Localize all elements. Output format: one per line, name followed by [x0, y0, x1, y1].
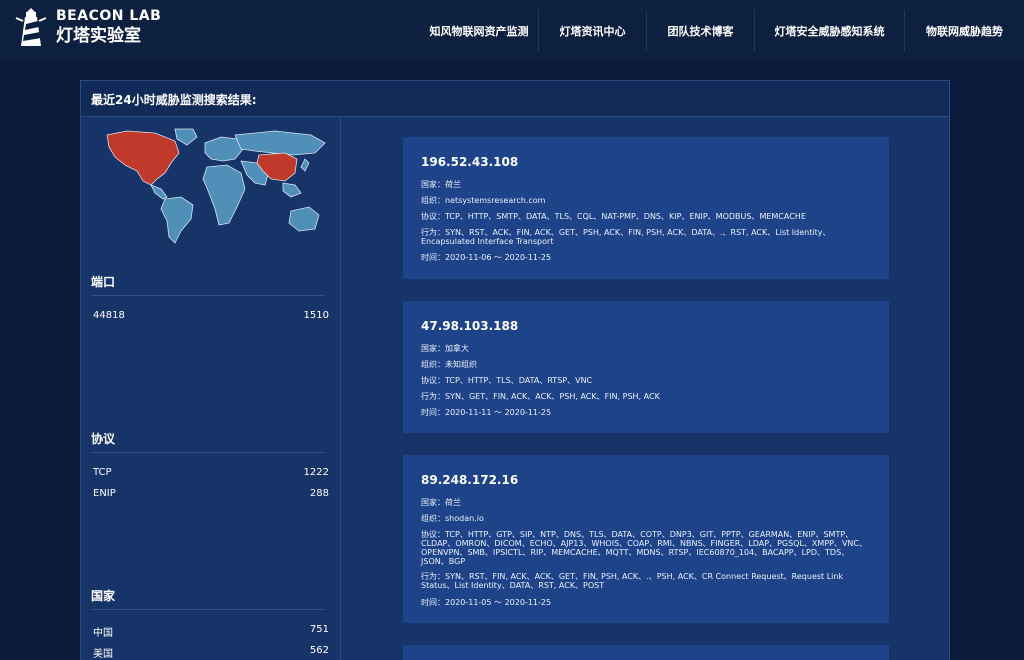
port-row[interactable]: 44818 1510	[93, 310, 329, 321]
result-org: 组织：shodan.io	[421, 514, 484, 523]
protocol-stats-title: 协议	[91, 432, 116, 446]
result-country: 国家：加拿大	[421, 344, 469, 353]
divider	[91, 609, 325, 610]
result-ip[interactable]: 196.52.43.108	[421, 155, 518, 169]
nav-item-news-center[interactable]: 灯塔资讯中心	[538, 10, 646, 52]
brand-logo[interactable]: BEACON LAB 灯塔实验室	[14, 6, 161, 48]
country-name: 中国	[93, 628, 113, 639]
result-card[interactable]	[403, 645, 889, 660]
lighthouse-logo-icon	[15, 8, 47, 46]
result-country: 国家：荷兰	[421, 180, 461, 189]
result-protocols: 协议：TCP、HTTP、TLS、DATA、RTSP、VNC	[421, 376, 593, 385]
result-time: 时间：2020-11-06 ～ 2020-11-25	[421, 253, 552, 262]
result-time: 时间：2020-11-05 ～ 2020-11-25	[421, 598, 552, 607]
divider	[91, 452, 325, 453]
result-time: 时间：2020-11-11 ～ 2020-11-25	[421, 408, 552, 417]
result-ip[interactable]: 89.248.172.16	[421, 473, 518, 487]
country-stats-title: 国家	[91, 589, 116, 603]
nav-item-tech-blog[interactable]: 团队技术博客	[646, 10, 754, 52]
world-threat-map[interactable]	[105, 127, 327, 245]
port-count: 1510	[303, 310, 329, 321]
result-behaviors: 行为：SYN、RST、FIN, ACK、ACK、GET、FIN, PSH, AC…	[421, 572, 844, 590]
brand-name-en: BEACON LAB	[56, 7, 162, 24]
country-row[interactable]: 中国 751	[93, 624, 329, 639]
result-behaviors: 行为：SYN、RST、ACK、FIN, ACK、GET、PSH, ACK、FIN…	[421, 228, 831, 246]
result-ip[interactable]: 47.98.103.188	[421, 319, 518, 333]
result-behaviors: 行为：SYN、GET、FIN, ACK、ACK、PSH, ACK、FIN, PS…	[421, 392, 660, 401]
protocol-count: 288	[309, 488, 329, 499]
stats-sidebar: 端口 44818 1510 协议 TCP 1222 ENIP 288 国家 中国…	[81, 117, 341, 660]
country-row[interactable]: 美国 562	[93, 645, 329, 660]
result-protocols: 协议：TCP、HTTP、GTP、SIP、NTP、DNS、TLS、DATA、COT…	[421, 530, 868, 566]
search-results-panel: 最近24小时威胁监测搜索结果: 端口 44818 1510 协议 TCP 122…	[80, 80, 950, 660]
result-card[interactable]: 47.98.103.188 国家：加拿大 组织：未知组织 协议：TCP、HTTP…	[403, 301, 889, 433]
country-count: 562	[309, 645, 329, 656]
protocol-count: 1222	[303, 467, 329, 478]
divider	[91, 295, 325, 296]
result-country: 国家：荷兰	[421, 498, 461, 507]
port-number: 44818	[93, 310, 125, 321]
protocol-row[interactable]: ENIP 288	[93, 488, 329, 499]
brand-name-cn: 灯塔实验室	[56, 25, 141, 46]
nav-item-asset-monitoring[interactable]: 知风物联网资产监测	[420, 10, 538, 52]
result-card[interactable]: 196.52.43.108 国家：荷兰 组织：netsystemsresearc…	[403, 137, 889, 279]
result-protocols: 协议：TCP、HTTP、SMTP、DATA、TLS、CQL、NAT-PMP、DN…	[421, 212, 806, 221]
port-stats-title: 端口	[91, 275, 116, 289]
country-name: 美国	[93, 649, 113, 660]
result-org: 组织：netsystemsresearch.com	[421, 196, 546, 205]
result-card[interactable]: 89.248.172.16 国家：荷兰 组织：shodan.io 协议：TCP、…	[403, 455, 889, 623]
country-count: 751	[309, 624, 329, 635]
nav-item-threat-trends[interactable]: 物联网威胁趋势	[904, 10, 1024, 52]
protocol-row[interactable]: TCP 1222	[93, 467, 329, 478]
main-nav: 知风物联网资产监测 灯塔资讯中心 团队技术博客 灯塔安全威胁感知系统 物联网威胁…	[420, 10, 1024, 52]
protocol-name: TCP	[93, 467, 112, 478]
protocol-name: ENIP	[93, 488, 116, 499]
result-org: 组织：未知组织	[421, 360, 477, 369]
panel-header: 最近24小时威胁监测搜索结果:	[81, 81, 949, 117]
top-navigation-bar: BEACON LAB 灯塔实验室 知风物联网资产监测 灯塔资讯中心 团队技术博客…	[0, 0, 1024, 60]
nav-item-threat-system[interactable]: 灯塔安全威胁感知系统	[754, 10, 904, 52]
panel-title: 最近24小时威胁监测搜索结果:	[91, 93, 257, 107]
